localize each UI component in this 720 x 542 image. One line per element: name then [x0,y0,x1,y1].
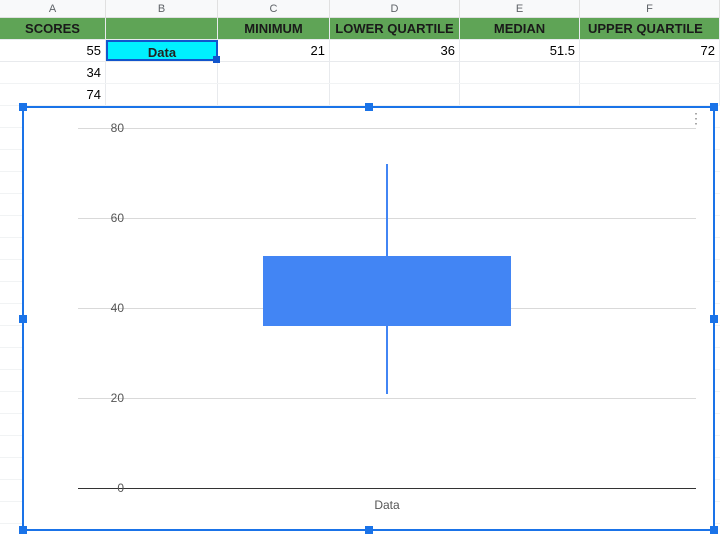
cell-upper-q[interactable]: 72 [580,40,720,61]
header-median[interactable]: MEDIAN [460,18,580,39]
resize-handle-tl[interactable] [19,103,27,111]
cell-lower-q[interactable]: 36 [330,40,460,61]
selected-cell-text: Data [148,45,176,60]
resize-handle-l[interactable] [19,315,27,323]
resize-handle-tr[interactable] [710,103,718,111]
header-lower-quartile[interactable]: LOWER QUARTILE [330,18,460,39]
cell-median[interactable]: 51.5 [460,40,580,61]
header-blank-b[interactable] [106,18,218,39]
plot-area: 0 20 40 60 80 Data [78,128,696,488]
header-minimum[interactable]: MINIMUM [218,18,330,39]
ytick-20: 20 [84,391,124,405]
col-header-d[interactable]: D [330,0,460,17]
resize-handle-b[interactable] [365,526,373,534]
ytick-80: 80 [84,121,124,135]
ytick-40: 40 [84,301,124,315]
col-header-f[interactable]: F [580,0,720,17]
gridline-80 [78,128,696,129]
data-row-1: 55 Data 21 36 51.5 72 [0,40,720,62]
cell-score-1[interactable]: 55 [0,40,106,61]
header-scores[interactable]: SCORES [0,18,106,39]
boxplot-box [263,256,510,326]
col-header-c[interactable]: C [218,0,330,17]
resize-handle-br[interactable] [710,526,718,534]
col-header-e[interactable]: E [460,0,580,17]
boxplot-chart: ⋮ 0 20 40 60 80 Data [24,108,713,529]
col-header-a[interactable]: A [0,0,106,17]
cell-minimum[interactable]: 21 [218,40,330,61]
chart-selection-frame[interactable]: ⋮ 0 20 40 60 80 Data [22,106,715,531]
ytick-0: 0 [84,481,124,495]
column-headers-row: A B C D E F [0,0,720,18]
chart-menu-icon[interactable]: ⋮ [689,116,703,120]
selected-cell[interactable]: Data [106,40,218,61]
resize-handle-r[interactable] [710,315,718,323]
resize-handle-t[interactable] [365,103,373,111]
header-row: SCORES MINIMUM LOWER QUARTILE MEDIAN UPP… [0,18,720,40]
gridline-20 [78,398,696,399]
gridline-0 [78,488,696,489]
x-axis-label: Data [374,498,399,512]
resize-handle-bl[interactable] [19,526,27,534]
col-header-b[interactable]: B [106,0,218,17]
header-upper-quartile[interactable]: UPPER QUARTILE [580,18,720,39]
ytick-60: 60 [84,211,124,225]
